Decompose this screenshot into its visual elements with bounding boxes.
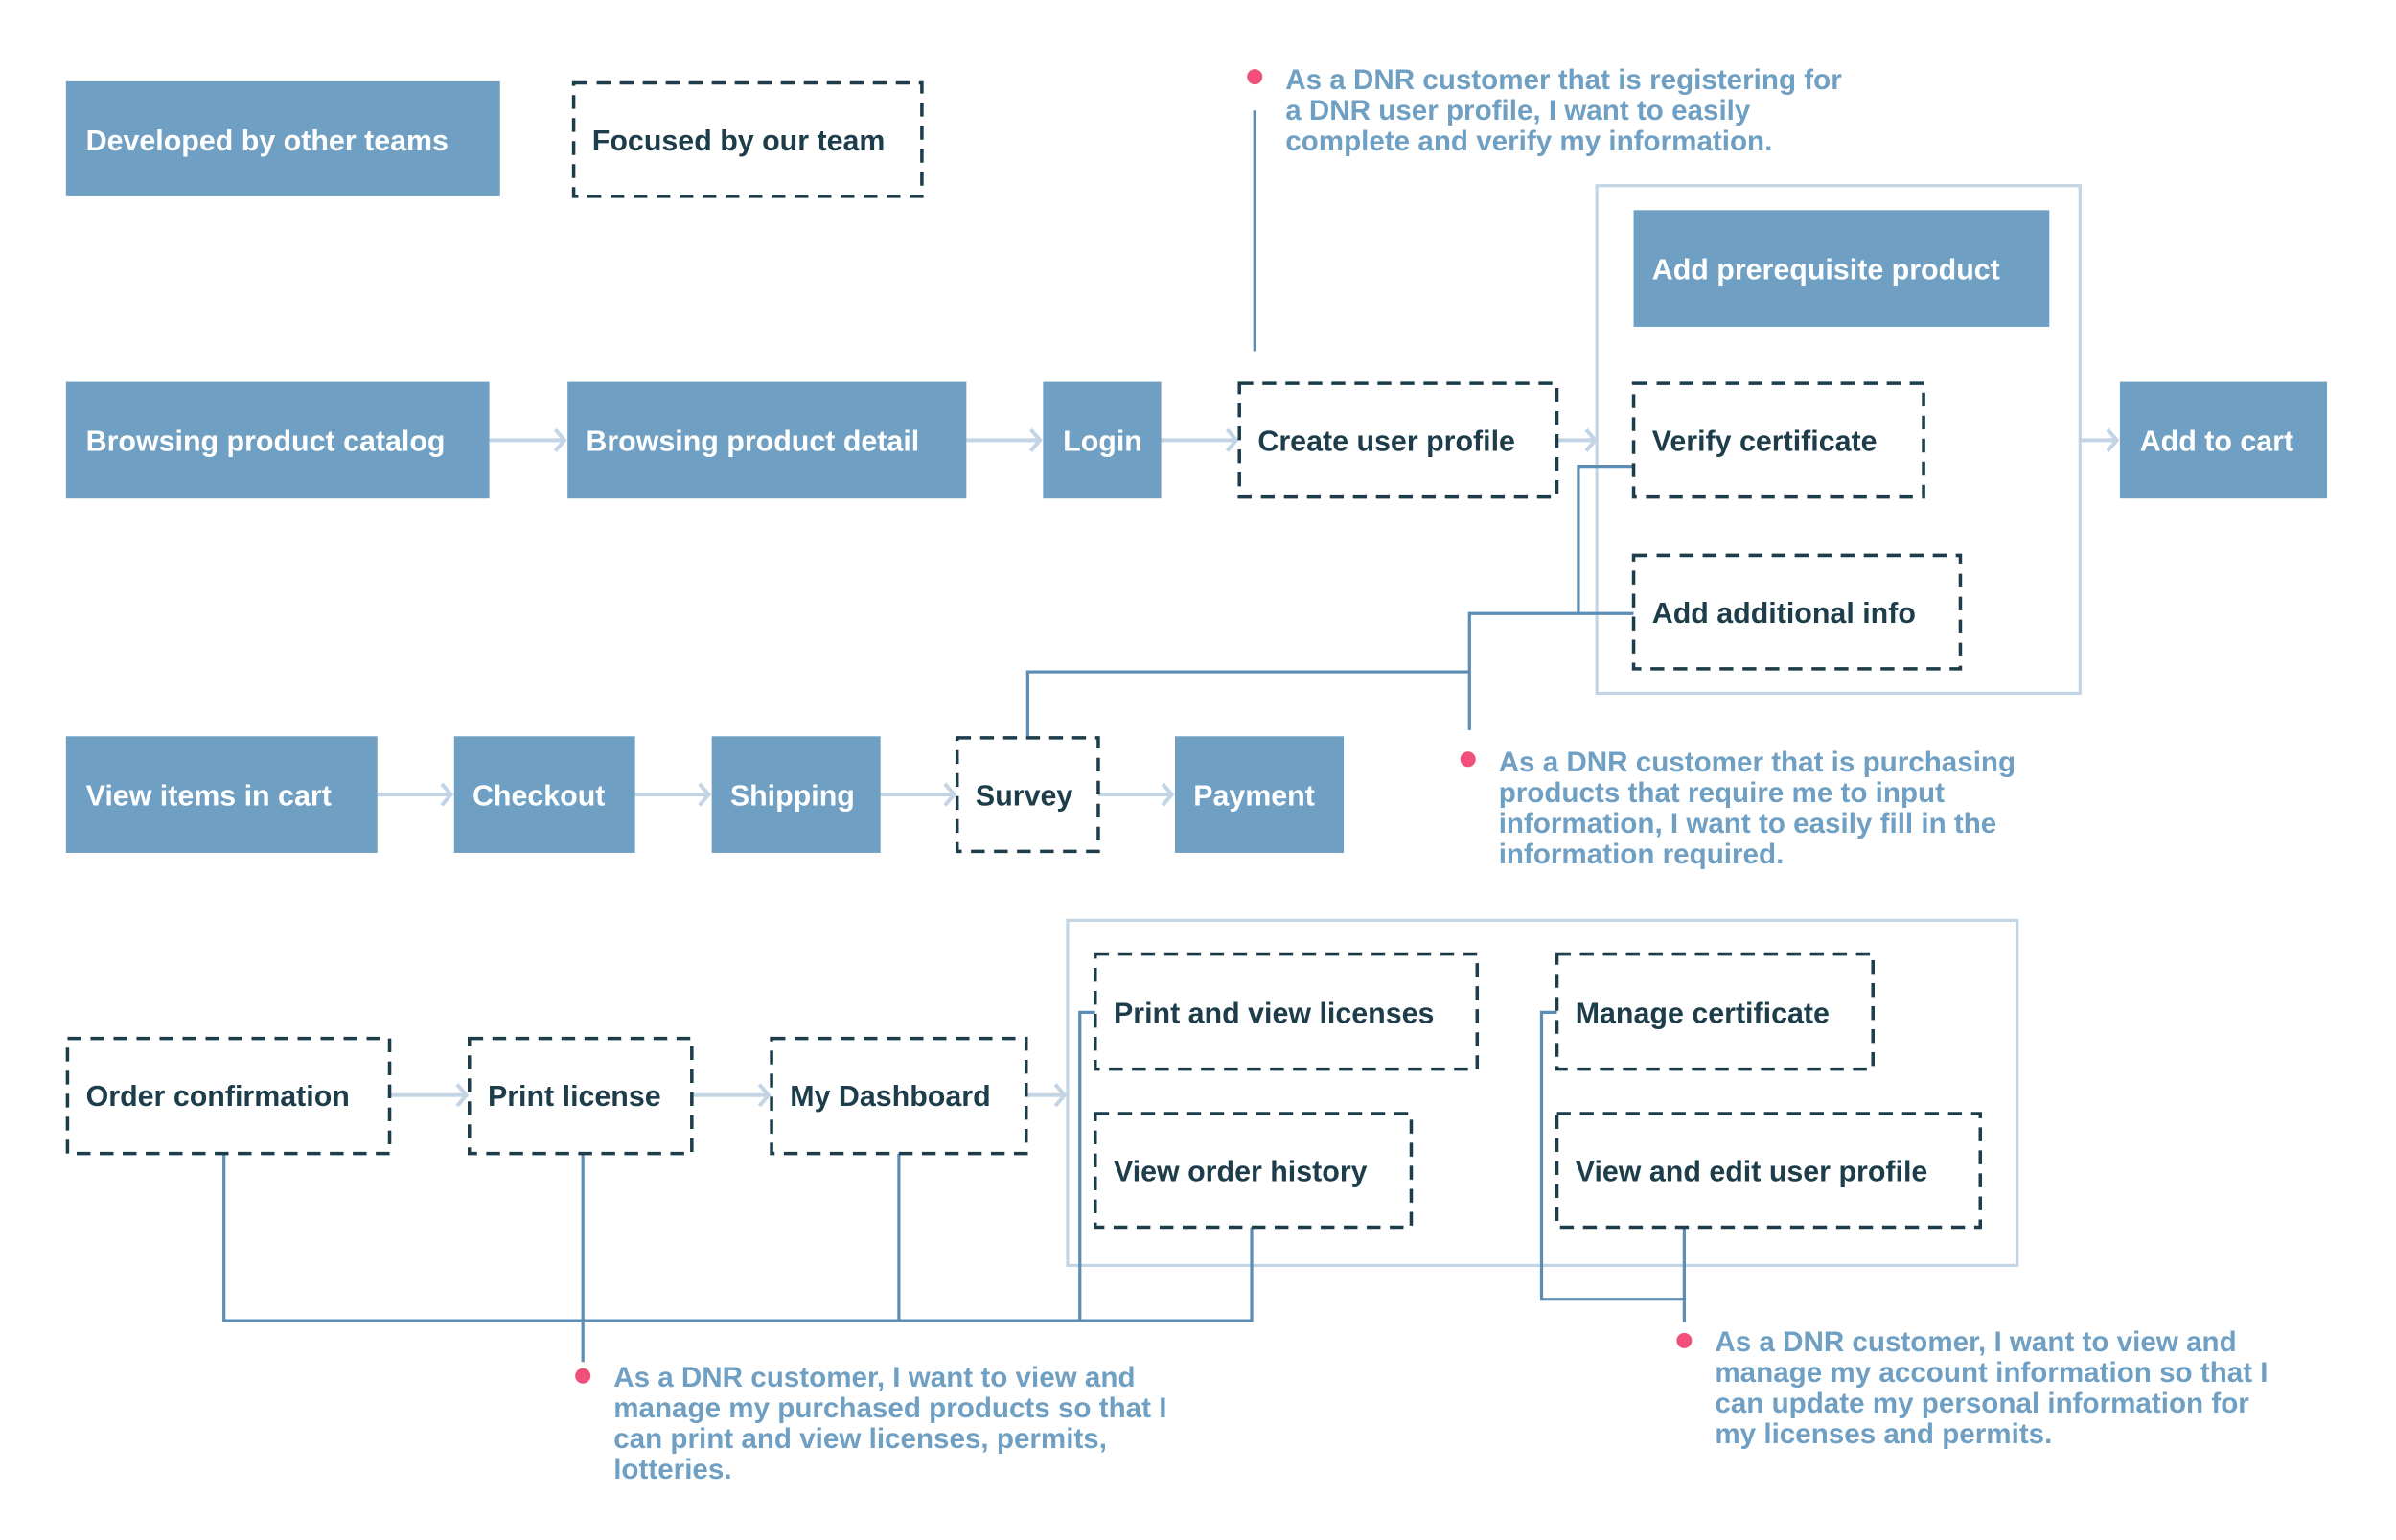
step-label: Add prerequisite product: [1652, 253, 2000, 286]
user-flow-diagram: Developed by other teams Focused by our …: [65, 64, 2327, 1485]
arrow-icon: [2080, 427, 2120, 452]
arrow-icon: [1556, 427, 1599, 452]
legend-our-team-label: Focused by our team: [592, 125, 886, 157]
note-line: information required.: [1499, 839, 1785, 870]
step-label: Print license: [488, 1080, 661, 1113]
note-line: a DNR user profile, I want to easily: [1285, 95, 1751, 126]
step-label: View order history: [1114, 1155, 1368, 1187]
arrow-icon: [1161, 427, 1239, 452]
step-label: Checkout: [472, 779, 605, 812]
step-label: Manage certificate: [1576, 998, 1830, 1030]
note-line: my licenses and permits.: [1715, 1418, 2052, 1450]
step-label: View items in cart: [86, 779, 332, 812]
step-label: Order confirmation: [86, 1080, 350, 1113]
note-connectors: [222, 110, 1686, 1363]
step-label: Browsing product detail: [586, 425, 919, 458]
note-purchasing: As a DNR customer that is purchasing pro…: [1460, 747, 2016, 870]
step-label: Payment: [1193, 779, 1315, 812]
note-line: manage my account information so that I: [1715, 1357, 2268, 1389]
note-line: As a DNR customer, I want to view and: [1715, 1326, 2236, 1358]
note-line: As a DNR customer that is purchasing: [1499, 747, 2016, 778]
note-line: can print and view licenses, permits,: [613, 1423, 1107, 1455]
arrow-icon: [691, 1083, 772, 1108]
note-dot-icon: [575, 1368, 591, 1384]
note-line: products that require me to input: [1499, 777, 1945, 809]
arrow-icon: [1097, 782, 1175, 807]
legend-other-teams-label: Developed by other teams: [86, 125, 449, 157]
note-account-info: As a DNR customer, I want to view and ma…: [1676, 1326, 2269, 1450]
step-label: Print and view licenses: [1114, 998, 1434, 1030]
step-label: Add to cart: [2140, 425, 2293, 458]
note-line: As a DNR customer, I want to view and: [613, 1362, 1135, 1393]
note-registration: As a DNR customer that is registering fo…: [1247, 64, 1842, 157]
note-line: complete and verify my information.: [1285, 126, 1772, 157]
note-line: can update my personal information for: [1715, 1388, 2249, 1419]
step-label: Shipping: [730, 779, 855, 812]
step-label: My Dashboard: [790, 1080, 990, 1113]
arrow-icon: [634, 782, 712, 807]
arrow-icon: [1025, 1083, 1068, 1108]
step-label: Browsing product catalog: [86, 425, 446, 458]
step-label: Create user profile: [1257, 425, 1515, 458]
step-label: Verify certificate: [1652, 425, 1878, 458]
note-line: manage my purchased products so that I: [613, 1392, 1166, 1424]
note-dot-icon: [1676, 1332, 1693, 1348]
arrow-icon: [389, 1083, 470, 1108]
note-line: lotteries.: [613, 1454, 731, 1485]
note-purchased-products: As a DNR customer, I want to view and ma…: [575, 1362, 1166, 1485]
arrow-icon: [489, 427, 567, 452]
step-label: Add additional info: [1652, 597, 1916, 630]
note-dot-icon: [1460, 751, 1476, 768]
step-label: View and edit user profile: [1576, 1155, 1928, 1187]
arrow-icon: [880, 782, 957, 807]
arrow-icon: [377, 782, 454, 807]
note-line: information, I want to easily fill in th…: [1499, 808, 1997, 839]
arrow-icon: [966, 427, 1043, 452]
note-dot-icon: [1247, 69, 1263, 85]
step-label: Survey: [976, 779, 1072, 812]
step-label: Login: [1063, 425, 1142, 458]
note-line: As a DNR customer that is registering fo…: [1285, 64, 1842, 96]
